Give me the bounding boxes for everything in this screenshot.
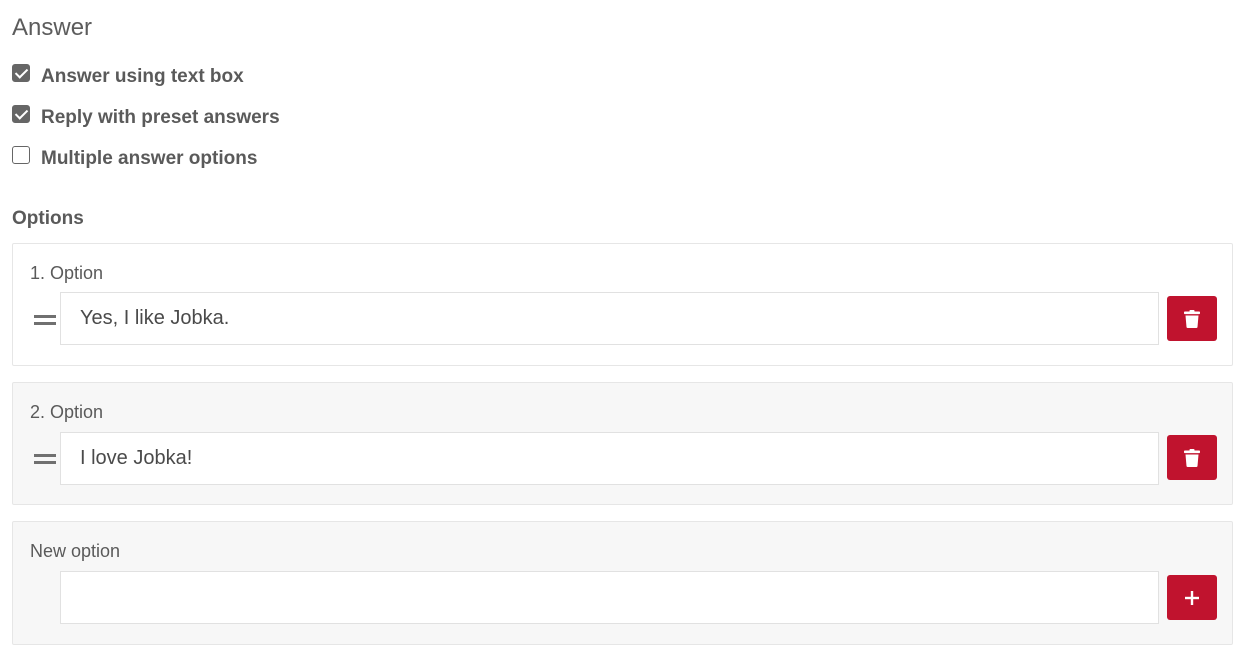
new-option-card: New option — [12, 521, 1233, 645]
option-input[interactable] — [60, 432, 1159, 485]
checkbox-label[interactable]: Reply with preset answers — [41, 107, 280, 129]
drag-handle-icon[interactable] — [34, 315, 56, 325]
trash-icon — [1184, 309, 1200, 328]
drag-handle-icon[interactable] — [34, 454, 56, 464]
multiple-answer-options-checkbox[interactable] — [12, 146, 30, 164]
answer-section-title: Answer — [12, 14, 93, 41]
option-input[interactable] — [60, 292, 1159, 345]
checkbox-row-text-box[interactable]: Answer using text box — [12, 64, 244, 90]
reply-with-preset-answers-checkbox[interactable] — [12, 105, 30, 123]
option-label: 1. Option — [30, 263, 104, 283]
checkbox-label[interactable]: Answer using text box — [41, 66, 244, 88]
checkbox-row-preset-answers[interactable]: Reply with preset answers — [12, 105, 280, 131]
new-option-input[interactable] — [60, 571, 1159, 624]
checkbox-label[interactable]: Multiple answer options — [41, 148, 257, 170]
add-option-button[interactable] — [1167, 575, 1217, 620]
delete-option-button[interactable] — [1167, 435, 1217, 480]
plus-icon — [1185, 590, 1199, 605]
option-card: 1. Option — [12, 243, 1233, 366]
option-label: 2. Option — [30, 402, 104, 422]
delete-option-button[interactable] — [1167, 296, 1217, 341]
new-option-label: New option — [30, 541, 121, 561]
options-heading: Options — [12, 208, 84, 229]
checkbox-row-multiple-options[interactable]: Multiple answer options — [12, 146, 257, 172]
trash-icon — [1184, 448, 1200, 467]
option-card: 2. Option — [12, 382, 1233, 505]
answer-using-text-box-checkbox[interactable] — [12, 64, 30, 82]
